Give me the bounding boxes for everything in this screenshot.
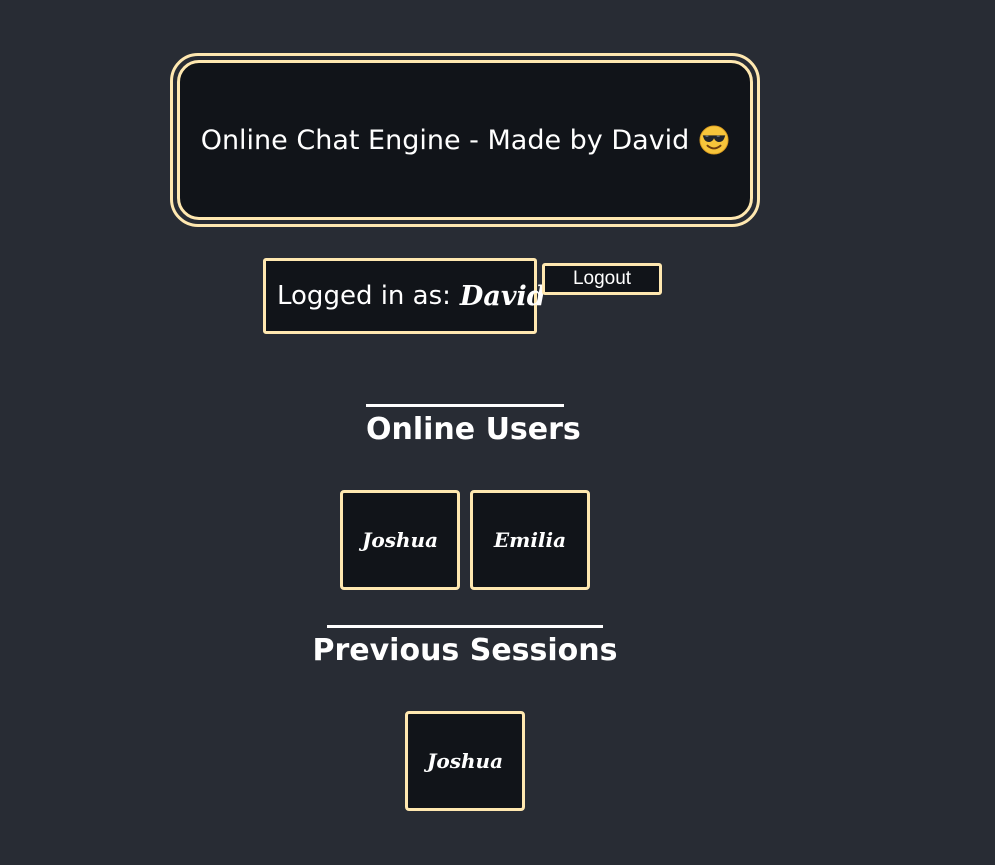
previous-sessions-heading: Previous Sessions xyxy=(312,633,618,668)
current-username: David xyxy=(459,280,546,312)
app-header: Online Chat Engine - Made by David xyxy=(170,53,760,227)
online-users-divider xyxy=(366,404,564,407)
app-header-panel: Online Chat Engine - Made by David xyxy=(177,60,753,220)
user-name: Joshua xyxy=(426,749,504,773)
user-name: Emilia xyxy=(493,528,567,552)
logged-in-label: Logged in as: xyxy=(277,281,451,311)
online-user-card[interactable]: Joshua xyxy=(340,490,460,590)
user-name: Joshua xyxy=(361,528,439,552)
logout-button[interactable]: Logout xyxy=(542,263,662,295)
app-title: Online Chat Engine - Made by David xyxy=(200,124,690,156)
previous-session-card[interactable]: Joshua xyxy=(405,711,525,811)
chat-home-page: Online Chat Engine - Made by David Logge… xyxy=(0,0,995,865)
online-user-card[interactable]: Emilia xyxy=(470,490,590,590)
previous-sessions-divider xyxy=(327,625,603,628)
online-users-heading: Online Users xyxy=(366,412,581,447)
smiling-face-with-sunglasses-icon xyxy=(699,125,729,155)
logged-in-status: Logged in as: David xyxy=(263,258,546,334)
